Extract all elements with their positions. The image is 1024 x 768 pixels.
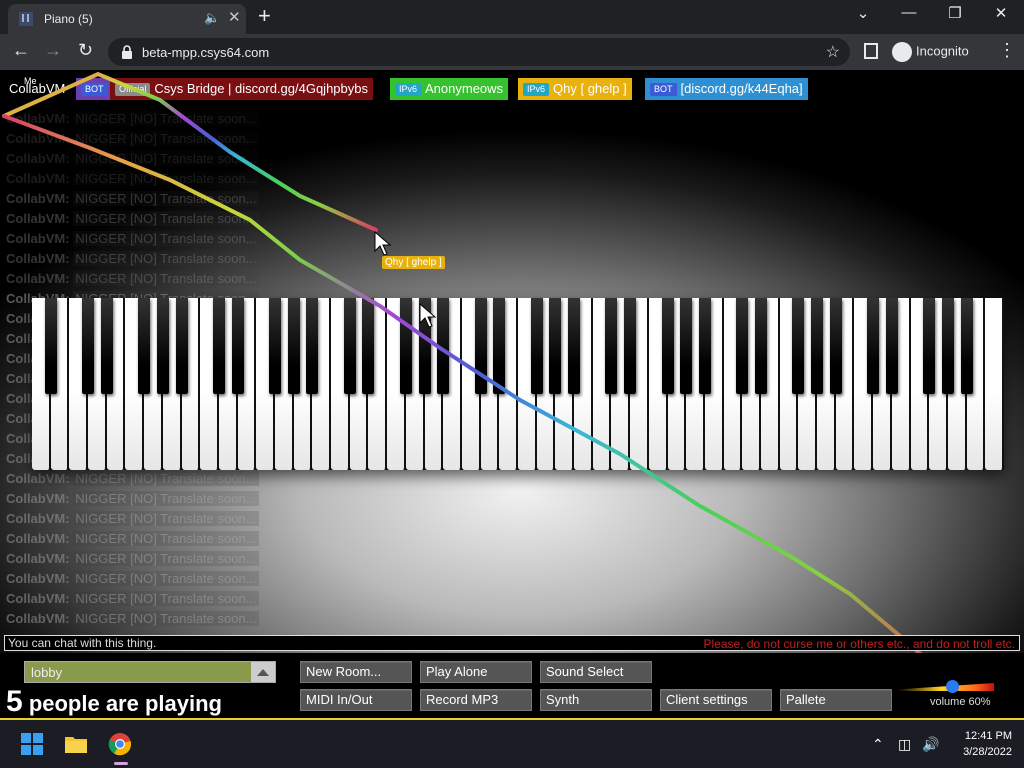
tab-title: Piano (5) (44, 12, 93, 26)
chat-input[interactable]: You can chat with this thing. Please, do… (4, 635, 1020, 651)
record-mp3-button[interactable]: Record MP3 (420, 689, 532, 711)
tray-chevron-icon[interactable]: ⌃ (872, 736, 884, 753)
menu-icon[interactable]: ⋮ (998, 40, 1016, 61)
browser-toolbar: ← → ↻ beta-mpp.csys64.com ☆ Incognito ⋮ (0, 34, 1024, 70)
incognito-indicator[interactable]: Incognito (892, 42, 969, 62)
cursor-name-label: Qhy [ ghelp ] (382, 256, 445, 269)
other-cursor-icon (374, 230, 392, 256)
close-window-icon[interactable]: ✕ (978, 4, 1024, 22)
player-count-number: 5 (6, 685, 23, 718)
midi-button[interactable]: MIDI In/Out (300, 689, 412, 711)
player-count-label: people are playing (28, 691, 222, 716)
incognito-icon (892, 42, 912, 62)
new-room-button[interactable]: New Room... (300, 661, 412, 683)
browser-tab-bar: Piano (5) 🔈 ✕ + ⌄ — ❐ ✕ (0, 0, 1024, 34)
windows-start-icon[interactable] (20, 732, 44, 756)
incognito-label: Incognito (916, 43, 969, 59)
url-text: beta-mpp.csys64.com (142, 45, 270, 60)
own-cursor-icon (419, 302, 437, 328)
lock-icon (122, 45, 132, 59)
browser-tab[interactable]: Piano (5) 🔈 ✕ (8, 4, 246, 34)
address-bar[interactable]: beta-mpp.csys64.com ☆ (108, 38, 850, 66)
chat-placeholder: You can chat with this thing. (8, 636, 157, 650)
minimize-icon[interactable]: — (886, 4, 932, 21)
taskbar: ⌃ ◫ 🔊 12:41 PM 3/28/2022 (0, 720, 1024, 768)
clock-time: 12:41 PM (964, 730, 1012, 742)
clock-date: 3/28/2022 (963, 746, 1012, 758)
sound-select-button[interactable]: Sound Select (540, 661, 652, 683)
chrome-icon[interactable] (108, 732, 132, 756)
bookmark-star-icon[interactable]: ☆ (826, 42, 840, 62)
volume-knob[interactable] (946, 680, 959, 693)
play-alone-button[interactable]: Play Alone (420, 661, 532, 683)
cursor-trail (2, 71, 952, 682)
dropdown-arrow-icon[interactable] (251, 662, 275, 682)
pallete-button[interactable]: Pallete (780, 689, 892, 711)
reload-icon[interactable]: ↻ (78, 40, 93, 61)
speaker-icon[interactable]: 🔈 (204, 10, 220, 26)
tab-search-icon[interactable]: ⌄ (840, 4, 886, 22)
network-icon[interactable]: ◫ (898, 736, 911, 753)
new-tab-icon[interactable]: + (258, 3, 271, 29)
piano-favicon-icon (19, 12, 33, 26)
chat-warning: Please, do not curse me or others etc., … (703, 637, 1015, 651)
file-explorer-icon[interactable] (64, 732, 88, 756)
restore-icon[interactable]: ❐ (932, 4, 978, 22)
volume-label: volume 60% (930, 696, 991, 708)
client-settings-button[interactable]: Client settings (660, 689, 772, 711)
synth-button[interactable]: Synth (540, 689, 652, 711)
player-count: 5 people are playing (6, 685, 222, 718)
side-panel-icon[interactable] (864, 43, 878, 59)
piano-page: CollabVM BOT Official Csys Bridge | discord… (0, 70, 1024, 718)
room-name: lobby (31, 665, 63, 680)
forward-icon[interactable]: → (44, 40, 62, 61)
bottom-controls: lobby 5 people are playing New Room... P… (0, 653, 1024, 718)
volume-tray-icon[interactable]: 🔊 (922, 736, 939, 753)
room-select[interactable]: lobby (24, 661, 276, 683)
close-tab-icon[interactable]: ✕ (228, 8, 241, 26)
back-icon[interactable]: ← (12, 40, 30, 61)
active-app-indicator (114, 762, 128, 765)
taskbar-clock[interactable]: 12:41 PM 3/28/2022 (948, 728, 1012, 760)
